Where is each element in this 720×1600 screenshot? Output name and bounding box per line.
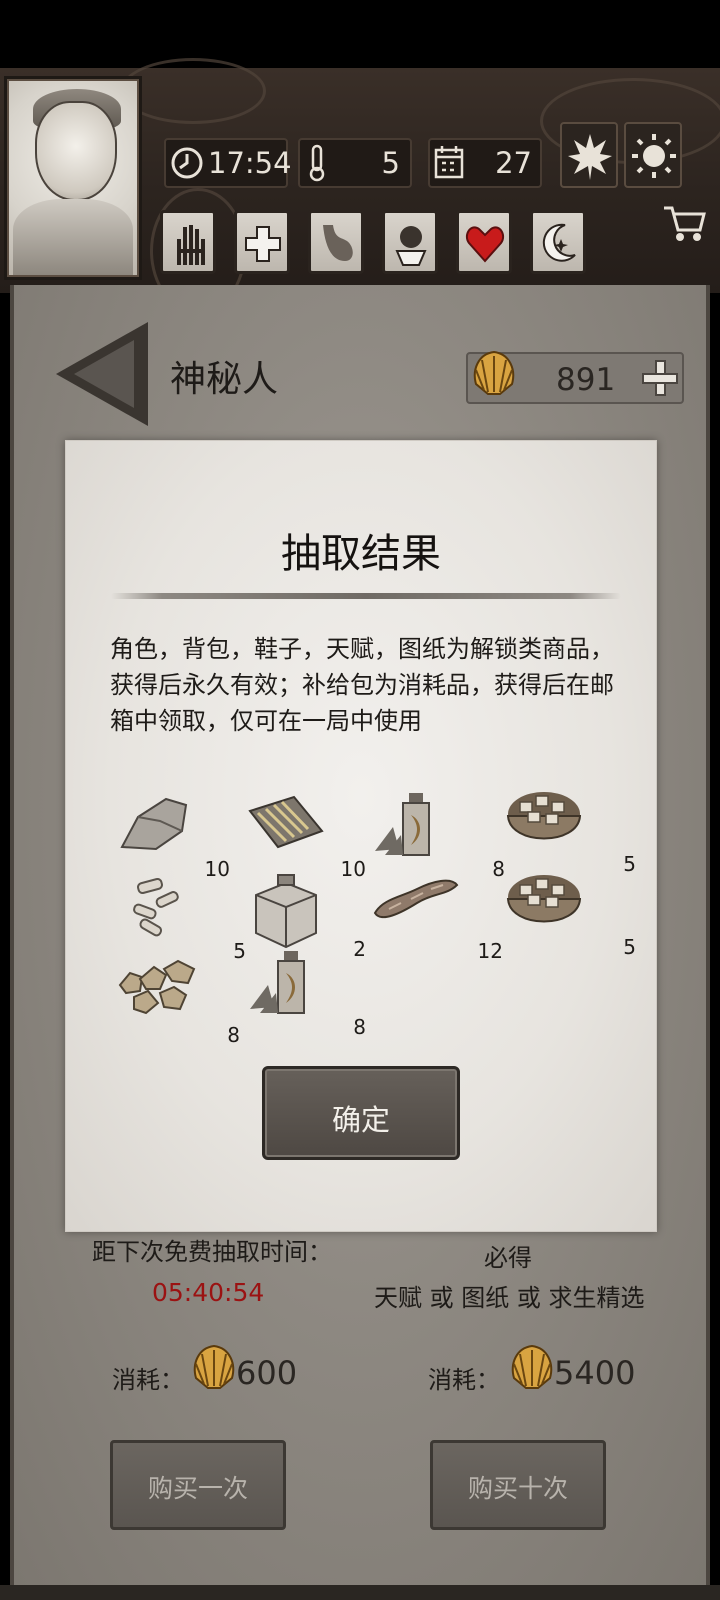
item-count: 8 [353, 1015, 366, 1039]
herb-bottle-icon [250, 951, 305, 1014]
confirm-button[interactable]: 确定 [262, 1066, 460, 1160]
result-item: 8 [371, 791, 505, 881]
free-draw-timer: 05:40:54 [152, 1278, 265, 1307]
draw-result-dialog: 抽取结果 角色，背包，鞋子，天赋，图纸为解锁类商品，获得后永久有效；补给包为消耗… [65, 440, 657, 1232]
moon-icon [542, 223, 576, 262]
strength-stat-button[interactable] [160, 210, 216, 274]
thermometer-icon [306, 144, 328, 186]
guaranteed-label: 必得 [484, 1244, 532, 1272]
bone-pieces-icon [133, 877, 179, 937]
result-item: 10 [246, 791, 366, 881]
item-count: 12 [477, 939, 503, 963]
shell-currency-icon [190, 1340, 238, 1400]
night-moon-button[interactable] [530, 210, 586, 274]
meat-strip-icon [373, 879, 459, 919]
cost-label-ten: 消耗： [428, 1366, 500, 1394]
currency-value: 891 [556, 362, 616, 398]
cost-label-single: 消耗： [112, 1366, 184, 1394]
ore-nuggets-icon [118, 959, 196, 1015]
health-cross-button[interactable] [234, 210, 290, 274]
system-status-bar [0, 0, 720, 68]
currency-display: 891 [466, 350, 684, 404]
clock-panel: 17:54 [164, 138, 292, 188]
stone-icon [120, 797, 188, 851]
clock-time: 17:54 [208, 146, 292, 180]
hand-icon [177, 225, 205, 265]
day-value: 27 [495, 146, 532, 180]
stomach-icon [323, 225, 353, 261]
item-count: 5 [623, 935, 636, 959]
temperature-panel: 5 [298, 138, 412, 188]
dialog-description: 角色，背包，鞋子，天赋，图纸为解锁类商品，获得后永久有效；补给包为消耗品，获得后… [110, 635, 614, 735]
buy-ten-label: 购买十次 [467, 1474, 568, 1503]
heart-icon [465, 226, 505, 263]
add-currency-button[interactable] [642, 360, 678, 396]
sun-icon [630, 130, 678, 186]
buy-once-label: 购买一次 [147, 1474, 248, 1503]
page-title: 神秘人 [170, 359, 279, 400]
cost-value-ten: 5400 [554, 1354, 636, 1392]
temperature-value: 5 [381, 146, 400, 180]
shopping-cart-icon[interactable] [662, 204, 706, 248]
sanity-head-button[interactable] [382, 210, 438, 274]
head-icon [395, 226, 427, 266]
result-item: 5 [504, 869, 636, 959]
free-draw-label: 距下次免费抽取时间： [92, 1238, 332, 1266]
cost-value-single: 600 [236, 1354, 298, 1392]
wood-planks-icon [248, 795, 324, 849]
item-count: 5 [623, 852, 636, 876]
heart-button[interactable] [456, 210, 512, 274]
metal-box-icon [255, 874, 317, 949]
result-item: 2 [246, 871, 366, 961]
bottom-wood-edge [0, 1585, 720, 1600]
season-leaf-button[interactable] [560, 122, 618, 188]
dialog-title: 抽取结果 [281, 531, 441, 577]
dialog-divider [111, 593, 621, 599]
result-item: 10 [116, 791, 236, 881]
character-portrait[interactable] [4, 76, 142, 280]
cross-icon [245, 226, 281, 262]
result-item: 5 [504, 786, 636, 876]
buy-once-button[interactable]: 购买一次 [110, 1440, 286, 1530]
result-item: 5 [116, 873, 246, 963]
hunger-stomach-button[interactable] [308, 210, 364, 274]
herb-bottle-icon [375, 793, 430, 856]
item-count: 8 [227, 1023, 240, 1047]
food-bowl-icon [506, 792, 582, 840]
buy-ten-button[interactable]: 购买十次 [430, 1440, 606, 1530]
calendar-icon [434, 145, 464, 183]
guaranteed-items: 天赋 或 图纸 或 求生精选 [374, 1284, 645, 1312]
confirm-label: 确定 [331, 1103, 390, 1137]
shell-currency-icon [470, 348, 518, 404]
result-item: 8 [116, 957, 240, 1047]
day-panel: 27 [428, 138, 542, 188]
result-item: 12 [371, 873, 503, 963]
leaf-icon [566, 130, 614, 186]
back-arrow-icon [74, 340, 134, 408]
food-bowl-icon [506, 875, 582, 923]
clock-icon [170, 146, 204, 184]
weather-sun-button[interactable] [624, 122, 682, 188]
shell-currency-icon [508, 1340, 556, 1400]
result-item: 8 [246, 949, 366, 1039]
